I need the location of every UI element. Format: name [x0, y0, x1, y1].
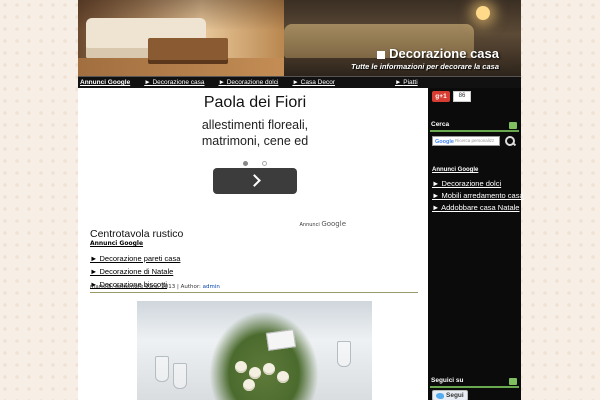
widget-icon — [509, 378, 517, 385]
post-ad-link[interactable]: Decorazione di Natale — [90, 265, 180, 278]
search-form: Google Ricerca personalizz — [432, 135, 516, 147]
ad-title[interactable]: Paola dei Fiori — [170, 94, 340, 112]
topnav-link-piatti[interactable]: Piatti — [395, 79, 432, 86]
google-logo: Google — [435, 139, 454, 145]
sidebar: g+1 86 Cerca Google Ricerca personalizz … — [428, 88, 524, 400]
title-bullet-icon — [377, 50, 386, 59]
post-ad-label[interactable]: Annunci Google — [90, 240, 143, 247]
follow-widget-heading: Seguici su — [430, 377, 519, 388]
post-title[interactable]: Centrotavola rustico — [90, 228, 183, 240]
header-photo-living-room — [78, 0, 284, 76]
ad-subtitle-line-2: matrimoni, cene ed — [201, 133, 309, 148]
carousel-dot[interactable] — [261, 161, 267, 167]
ad-carousel-dots — [170, 151, 340, 167]
ad-banner[interactable]: Paola dei Fiori allestimenti floreali, m… — [170, 88, 340, 230]
sidebar-ad-link[interactable]: Mobili arredamento casa — [432, 190, 524, 202]
search-input[interactable]: Google Ricerca personalizz — [432, 136, 500, 146]
ad-next-button[interactable] — [213, 168, 297, 195]
page-wrapper: Decorazione casa Tutte le informazioni p… — [78, 0, 524, 400]
adsense-label[interactable]: Annunci Google — [299, 220, 346, 228]
coffee-table-image — [148, 38, 228, 60]
post-author-link[interactable]: admin — [203, 284, 220, 290]
search-icon[interactable] — [504, 135, 516, 147]
twitter-follow-button[interactable]: Segui — [432, 390, 468, 400]
ad-subtitle: allestimenti floreali, matrimoni, cene e… — [170, 118, 340, 149]
carousel-dot-active[interactable] — [243, 161, 249, 167]
twitter-bird-icon — [436, 393, 444, 399]
site-description: Tutte le informazioni per decorare la ca… — [351, 62, 499, 71]
search-widget-heading: Cerca — [430, 121, 519, 132]
topnav-ad-label[interactable]: Annunci Google — [78, 79, 134, 86]
topnav-link-decorazione-casa[interactable]: Decorazione casa — [144, 79, 218, 86]
post-date: martedì, settembre 03rd, 2013 | Author: — [90, 284, 201, 290]
sidebar-ad-link[interactable]: Addobbare casa Natale — [432, 202, 524, 214]
site-title[interactable]: Decorazione casa — [377, 46, 499, 61]
ad-subtitle-line-1: allestimenti floreali, — [201, 118, 309, 132]
lamp-image — [476, 6, 490, 20]
gplus-button[interactable]: g+1 — [432, 91, 450, 102]
gplus-count: 86 — [453, 91, 471, 102]
post-ad-link[interactable]: Decorazione pareti casa — [90, 252, 181, 265]
widget-icon — [509, 122, 517, 129]
topnav-link-casa-decor[interactable]: Casa Decor — [292, 79, 349, 86]
top-navigation: Annunci Google Decorazione casa Decorazi… — [78, 76, 521, 88]
sidebar-ad-link[interactable]: Decorazione dolci — [432, 178, 524, 190]
topnav-link-decorazione-dolci[interactable]: Decorazione dolci — [218, 79, 292, 86]
sidebar-ad-links: Decorazione dolci Mobili arredamento cas… — [432, 178, 524, 214]
post-meta: martedì, settembre 03rd, 2013 | Author: … — [90, 284, 418, 293]
gplus-widget: g+1 86 — [432, 91, 471, 102]
site-header: Decorazione casa Tutte le informazioni p… — [78, 0, 521, 76]
main-content: Paola dei Fiori allestimenti floreali, m… — [78, 88, 428, 400]
sidebar-ad-label[interactable]: Annunci Google — [432, 167, 478, 173]
post-photo-centerpiece — [137, 301, 372, 400]
